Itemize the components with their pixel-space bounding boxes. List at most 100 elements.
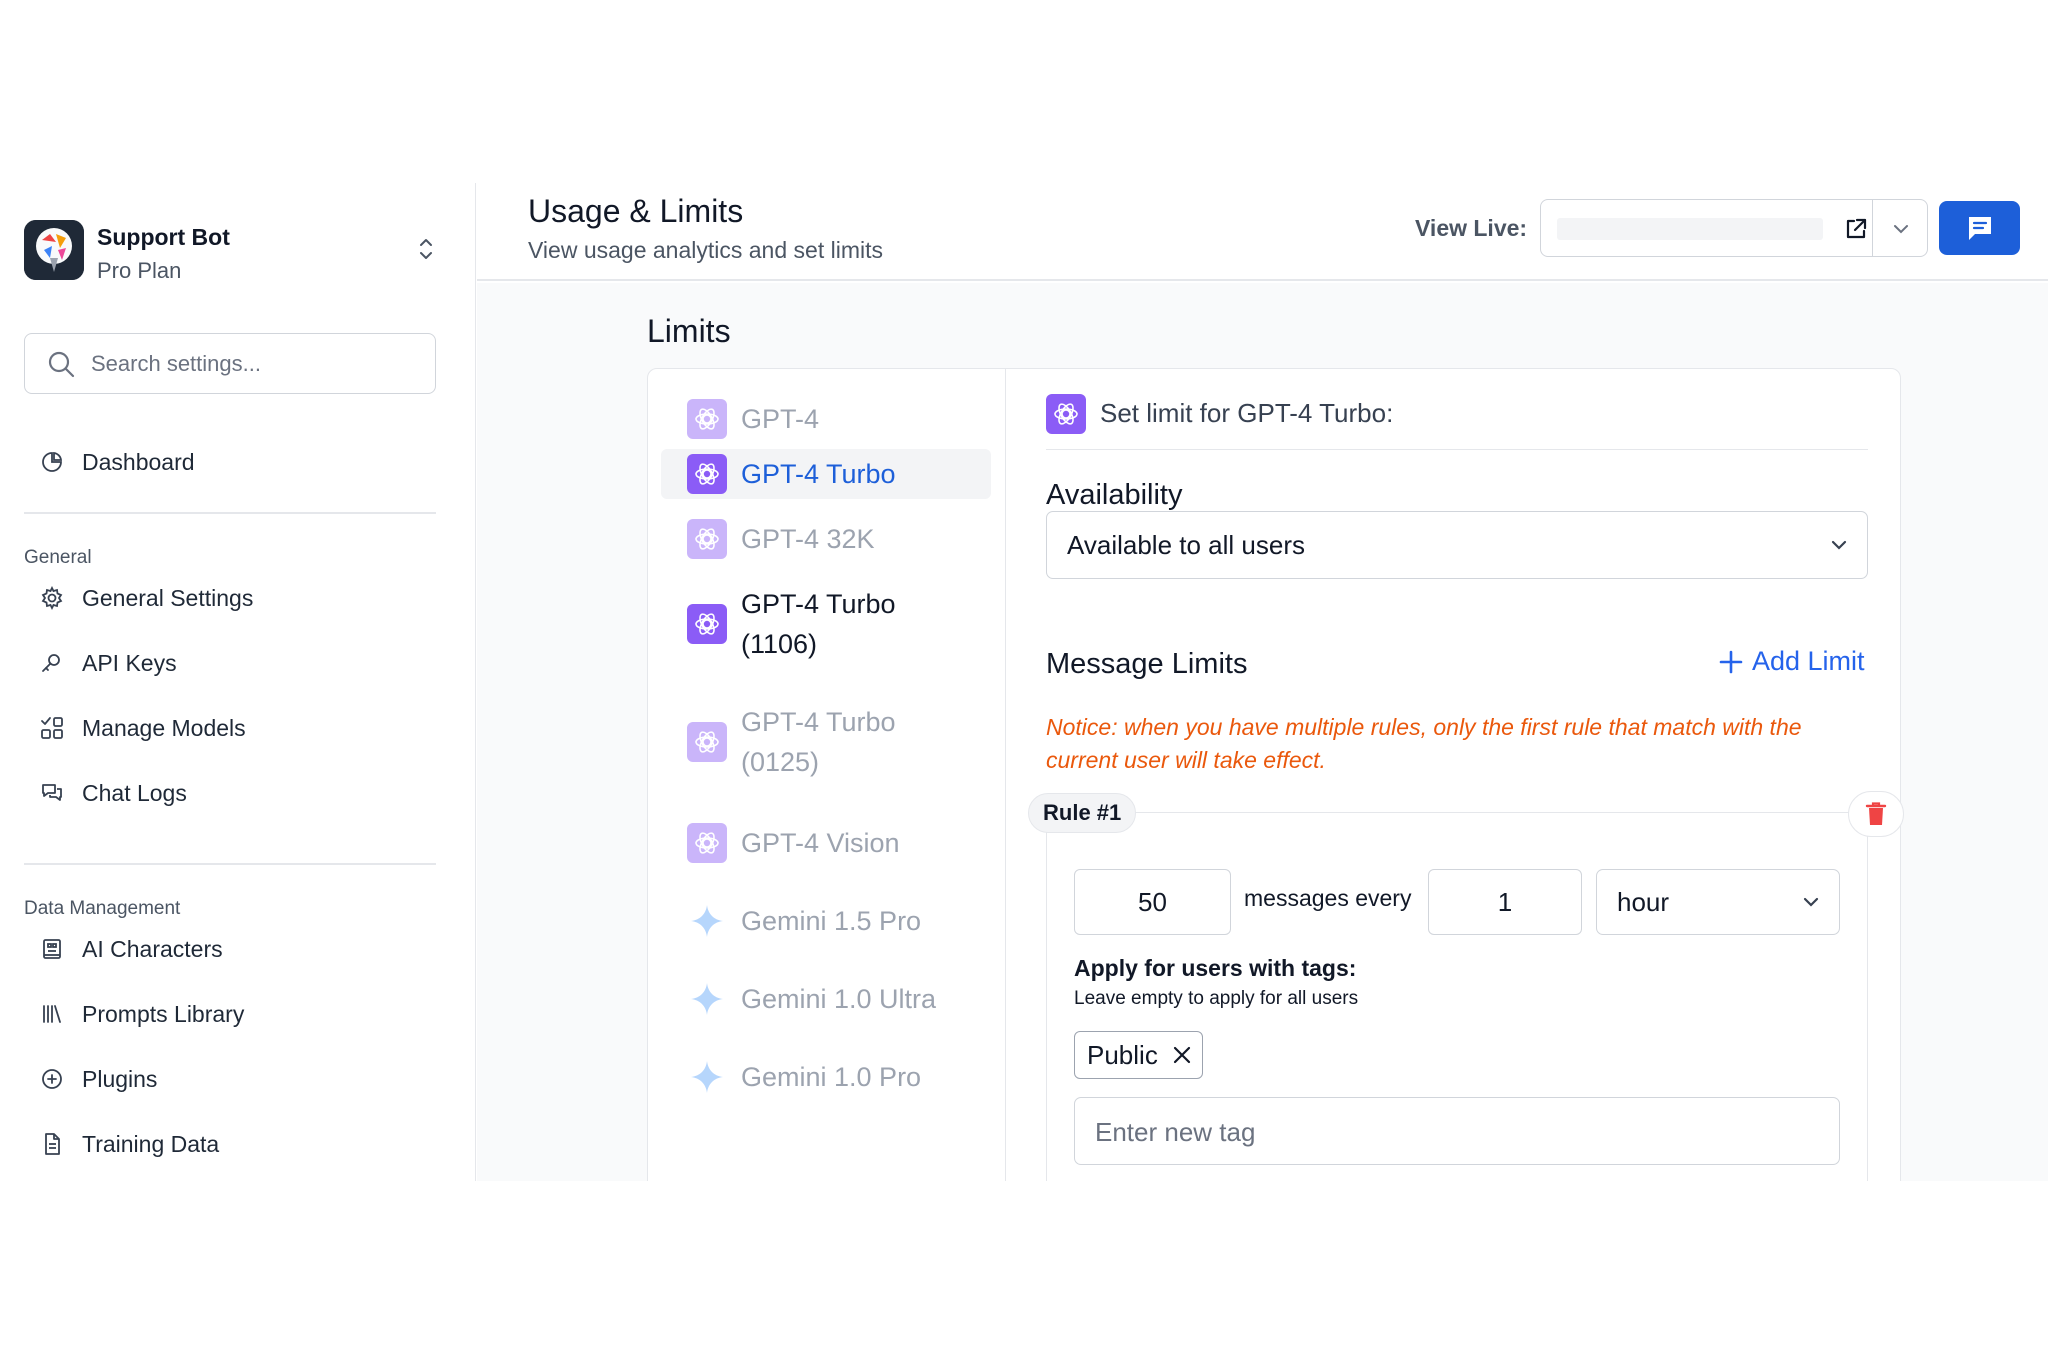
chevron-down-icon [1803, 897, 1819, 907]
search-input[interactable] [91, 344, 421, 384]
sidebar-item-label: Prompts Library [82, 1000, 245, 1027]
model-label: GPT-4 Turbo (0125) [741, 702, 896, 782]
model-item-gpt-4-turbo-1106[interactable]: GPT-4 Turbo (1106) [661, 574, 991, 674]
openai-icon [1046, 394, 1086, 434]
openai-icon [687, 519, 727, 559]
model-item-gpt-4-turbo[interactable]: GPT-4 Turbo [661, 449, 991, 499]
period-count-input[interactable]: 1 [1428, 869, 1582, 935]
message-limits-title: Message Limits [1046, 648, 1248, 680]
model-item-gemini-1-0-pro[interactable]: Gemini 1.0 Pro [661, 1047, 991, 1107]
gemini-icon [691, 1061, 723, 1093]
sidebar-divider [24, 512, 436, 514]
openai-icon [687, 399, 727, 439]
limit-detail-panel: Set limit for GPT-4 Turbo: Availability … [1006, 369, 1904, 1181]
messages-count-input[interactable]: 50 [1074, 869, 1231, 935]
model-item-gpt-4-turbo-0125[interactable]: GPT-4 Turbo (0125) [661, 692, 991, 792]
rule-badge: Rule #1 [1028, 793, 1137, 833]
set-limit-header: Set limit for GPT-4 Turbo: [1046, 394, 1868, 450]
set-limit-title: Set limit for GPT-4 Turbo: [1100, 398, 1394, 428]
sidebar-item-api-keys[interactable]: API Keys [24, 640, 434, 686]
external-link-icon[interactable] [1843, 216, 1869, 242]
period-unit-select[interactable]: hour [1596, 869, 1840, 935]
add-limit-label: Add Limit [1752, 646, 1865, 676]
openai-icon [687, 604, 727, 644]
close-icon[interactable] [1172, 1045, 1192, 1065]
tag-label: Public [1087, 1039, 1158, 1070]
model-label-line: GPT-4 Turbo [741, 707, 896, 737]
sidebar-section-data-management: Data Management [24, 898, 181, 919]
sidebar-section-general: General [24, 547, 92, 568]
app-window: Support Bot Pro Plan Dashboard General G [0, 183, 2048, 1181]
openai-icon [687, 454, 727, 494]
search-settings[interactable] [24, 333, 436, 394]
model-label: GPT-4 Vision [741, 828, 900, 858]
character-card-icon [38, 935, 66, 963]
sidebar-item-plugins[interactable]: Plugins [24, 1056, 434, 1102]
messages-every-label: messages every [1244, 885, 1412, 911]
model-label-line: GPT-4 Turbo [741, 589, 896, 619]
openai-icon [687, 823, 727, 863]
gear-icon [38, 584, 66, 612]
model-label: GPT-4 32K [741, 524, 875, 554]
model-item-gpt-4-vision[interactable]: GPT-4 Vision [661, 813, 991, 873]
sidebar-item-label: API Keys [82, 649, 177, 676]
sidebar-item-label: Training Data [82, 1130, 220, 1157]
model-label: Gemini 1.0 Ultra [741, 984, 937, 1014]
model-label: GPT-4 Turbo (1106) [741, 584, 896, 664]
sidebar-item-label: Chat Logs [82, 779, 187, 806]
trash-icon [1865, 802, 1887, 825]
sidebar-item-label: AI Characters [82, 935, 223, 962]
chevron-down-icon [1831, 540, 1847, 550]
new-tag-input[interactable] [1095, 1114, 1815, 1150]
rule-divider [1110, 812, 1850, 813]
apply-tags-subtitle: Leave empty to apply for all users [1074, 988, 1359, 1009]
page-title: Usage & Limits [528, 193, 744, 229]
model-item-gpt-4[interactable]: GPT-4 [661, 389, 991, 449]
separator [1872, 200, 1873, 256]
model-label: Gemini 1.0 Pro [741, 1062, 922, 1092]
period-unit-value: hour [1617, 886, 1670, 917]
view-live-url[interactable] [1557, 218, 1823, 240]
search-icon [48, 351, 75, 378]
sidebar-item-label: Manage Models [82, 714, 246, 741]
bot-plan: Pro Plan [97, 258, 182, 283]
chat-icon [1968, 217, 1991, 240]
sidebar-item-general-settings[interactable]: General Settings [24, 575, 434, 621]
chevron-up-down-icon[interactable] [416, 234, 436, 264]
sidebar-divider [24, 863, 436, 865]
page-header: Usage & Limits View usage analytics and … [477, 183, 2048, 281]
availability-value: Available to all users [1067, 529, 1305, 560]
add-limit-button[interactable]: Add Limit [1718, 646, 1865, 677]
availability-select[interactable]: Available to all users [1046, 511, 1868, 579]
sidebar-item-manage-models[interactable]: Manage Models [24, 705, 434, 751]
rule-card: 50 messages every 1 hour Apply for users… [1046, 815, 1868, 1181]
sidebar-item-prompts-library[interactable]: Prompts Library [24, 991, 434, 1037]
gemini-icon [691, 905, 723, 937]
document-icon [38, 1130, 66, 1158]
sidebar-item-training-data[interactable]: Training Data [24, 1121, 434, 1167]
limits-card: GPT-4 GPT-4 Turbo GPT-4 32K GPT-4 Turbo (… [647, 368, 1904, 1181]
sidebar-item-chat-logs[interactable]: Chat Logs [24, 770, 434, 816]
delete-rule-button[interactable] [1848, 791, 1904, 837]
sidebar-item-label: General Settings [82, 584, 254, 611]
plus-icon [1719, 650, 1743, 673]
model-label-line: (0125) [741, 747, 820, 777]
model-list: GPT-4 GPT-4 Turbo GPT-4 32K GPT-4 Turbo (… [648, 369, 1006, 1181]
bot-switcher[interactable]: Support Bot Pro Plan [24, 220, 444, 284]
model-item-gpt-4-32k[interactable]: GPT-4 32K [661, 509, 991, 569]
model-label: GPT-4 [741, 404, 820, 434]
model-item-gemini-1-0-ultra[interactable]: Gemini 1.0 Ultra [661, 969, 991, 1029]
bot-name: Support Bot [97, 224, 230, 250]
new-tag-field[interactable] [1074, 1097, 1840, 1165]
key-icon [38, 649, 66, 677]
availability-title: Availability [1046, 479, 1183, 511]
model-item-gemini-1-5-pro[interactable]: Gemini 1.5 Pro [661, 891, 991, 951]
view-live-selector[interactable] [1540, 199, 1928, 257]
chat-button[interactable] [1939, 201, 2020, 255]
sidebar-item-ai-characters[interactable]: AI Characters [24, 926, 434, 972]
chevron-down-icon[interactable] [1889, 217, 1913, 241]
plus-circle-icon [38, 1065, 66, 1093]
rules-notice: Notice: when you have multiple rules, on… [1046, 714, 1802, 773]
limits-section-title: Limits [647, 313, 731, 349]
sidebar-item-dashboard[interactable]: Dashboard [24, 439, 434, 485]
